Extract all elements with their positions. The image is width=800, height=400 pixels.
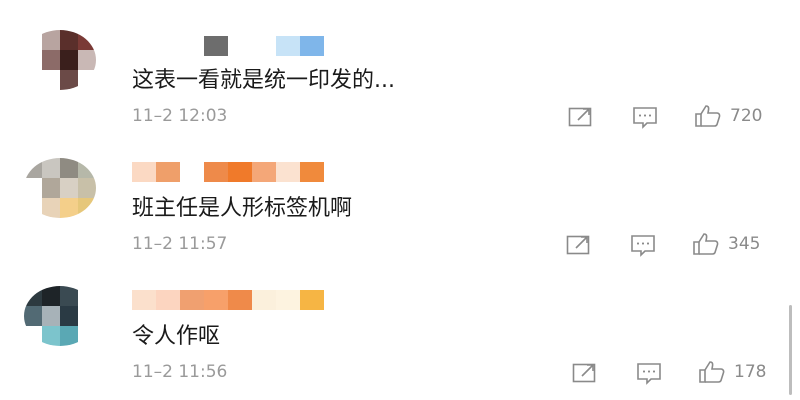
comment-reply-icon (636, 362, 662, 386)
avatar-mosaic-cell (60, 286, 78, 306)
username-mosaic-cell (156, 290, 180, 310)
avatar-mosaic-cell (78, 306, 96, 326)
avatar-mosaic-cell (42, 30, 60, 50)
avatar-mosaic-cell (60, 326, 78, 346)
avatar-mosaic-cell (42, 286, 60, 306)
username-mosaic-cell (300, 290, 324, 310)
avatar-mosaic-cell (78, 70, 96, 90)
like-count: 345 (728, 234, 761, 254)
username-mosaic-cell (252, 162, 276, 182)
username-mosaic-cell (252, 36, 276, 56)
avatar-mosaic-cell (42, 306, 60, 326)
avatar[interactable] (24, 30, 96, 90)
username-mosaic-cell (228, 290, 252, 310)
avatar-mosaic-cell (60, 306, 78, 326)
avatar-mosaic-cell (24, 70, 42, 90)
username-mosaic-cell (252, 290, 276, 310)
avatar-mosaic-cell (60, 178, 78, 198)
share-button[interactable] (572, 362, 598, 384)
like-button[interactable]: 178 (698, 360, 766, 384)
comment-item: 这表一看就是统一印发的... 11–2 12:03 720 (0, 0, 800, 130)
username-mosaic-cell (132, 290, 156, 310)
username-mosaic-cell (276, 162, 300, 182)
avatar-mosaic-cell (42, 198, 60, 218)
comment-reply-icon (632, 106, 658, 130)
username-mosaic-cell (180, 162, 204, 182)
comment-text: 这表一看就是统一印发的... (132, 68, 395, 93)
avatar-mosaic-cell (24, 198, 42, 218)
avatar-mosaic-cell (60, 30, 78, 50)
comment-item: 令人作呕 11–2 11:56 178 (0, 256, 800, 386)
avatar-mosaic-cell (78, 286, 96, 306)
share-icon (572, 362, 598, 384)
avatar-mosaic-cell (24, 30, 42, 50)
thumbs-up-icon (698, 360, 726, 384)
comment-text: 班主任是人形标签机啊 (132, 196, 353, 221)
username-pixelated[interactable] (132, 290, 324, 310)
scrollbar[interactable] (789, 305, 792, 395)
reply-button[interactable] (630, 234, 656, 258)
avatar-mosaic-cell (60, 50, 78, 70)
avatar-mosaic-cell (24, 178, 42, 198)
avatar-mosaic-cell (60, 158, 78, 178)
username-pixelated[interactable] (132, 36, 324, 56)
avatar-mosaic-cell (42, 70, 60, 90)
reply-button[interactable] (632, 106, 658, 130)
avatar-mosaic-cell (42, 158, 60, 178)
username-mosaic-cell (156, 36, 180, 56)
username-mosaic-cell (204, 290, 228, 310)
share-icon (568, 106, 594, 128)
avatar-mosaic-cell (42, 50, 60, 70)
avatar-mosaic-cell (24, 50, 42, 70)
username-mosaic-cell (276, 36, 300, 56)
username-mosaic-cell (276, 290, 300, 310)
username-mosaic-cell (300, 36, 324, 56)
reply-button[interactable] (636, 362, 662, 386)
username-mosaic-cell (132, 36, 156, 56)
like-button[interactable]: 345 (692, 232, 760, 256)
like-count: 178 (734, 362, 767, 382)
avatar-mosaic-cell (60, 70, 78, 90)
comment-timestamp: 11–2 11:56 (132, 362, 228, 382)
avatar-mosaic-cell (78, 178, 96, 198)
thumbs-up-icon (694, 104, 722, 128)
comment-timestamp: 11–2 11:57 (132, 234, 228, 254)
avatar-mosaic-cell (42, 178, 60, 198)
thumbs-up-icon (692, 232, 720, 256)
share-icon (566, 234, 592, 256)
avatar[interactable] (24, 158, 96, 218)
avatar-mosaic-cell (78, 158, 96, 178)
username-mosaic-cell (204, 162, 228, 182)
avatar-mosaic-cell (78, 50, 96, 70)
username-mosaic-cell (180, 290, 204, 310)
username-mosaic-cell (228, 36, 252, 56)
avatar-mosaic-cell (24, 306, 42, 326)
avatar-mosaic-cell (24, 158, 42, 178)
comment-reply-icon (630, 234, 656, 258)
avatar-mosaic-cell (24, 326, 42, 346)
avatar-mosaic-cell (42, 326, 60, 346)
username-mosaic-cell (156, 162, 180, 182)
avatar-mosaic-cell (78, 198, 96, 218)
username-mosaic-cell (204, 36, 228, 56)
like-button[interactable]: 720 (694, 104, 762, 128)
comment-item: 班主任是人形标签机啊 11–2 11:57 345 (0, 128, 800, 258)
comment-text: 令人作呕 (132, 324, 221, 349)
share-button[interactable] (568, 106, 594, 128)
username-mosaic-cell (180, 36, 204, 56)
username-pixelated[interactable] (132, 162, 324, 182)
avatar-mosaic-cell (24, 286, 42, 306)
avatar[interactable] (24, 286, 96, 346)
avatar-mosaic-cell (60, 198, 78, 218)
like-count: 720 (730, 106, 763, 126)
share-button[interactable] (566, 234, 592, 256)
comment-timestamp: 11–2 12:03 (132, 106, 228, 126)
username-mosaic-cell (228, 162, 252, 182)
username-mosaic-cell (300, 162, 324, 182)
avatar-mosaic-cell (78, 326, 96, 346)
avatar-mosaic-cell (78, 30, 96, 50)
username-mosaic-cell (132, 162, 156, 182)
